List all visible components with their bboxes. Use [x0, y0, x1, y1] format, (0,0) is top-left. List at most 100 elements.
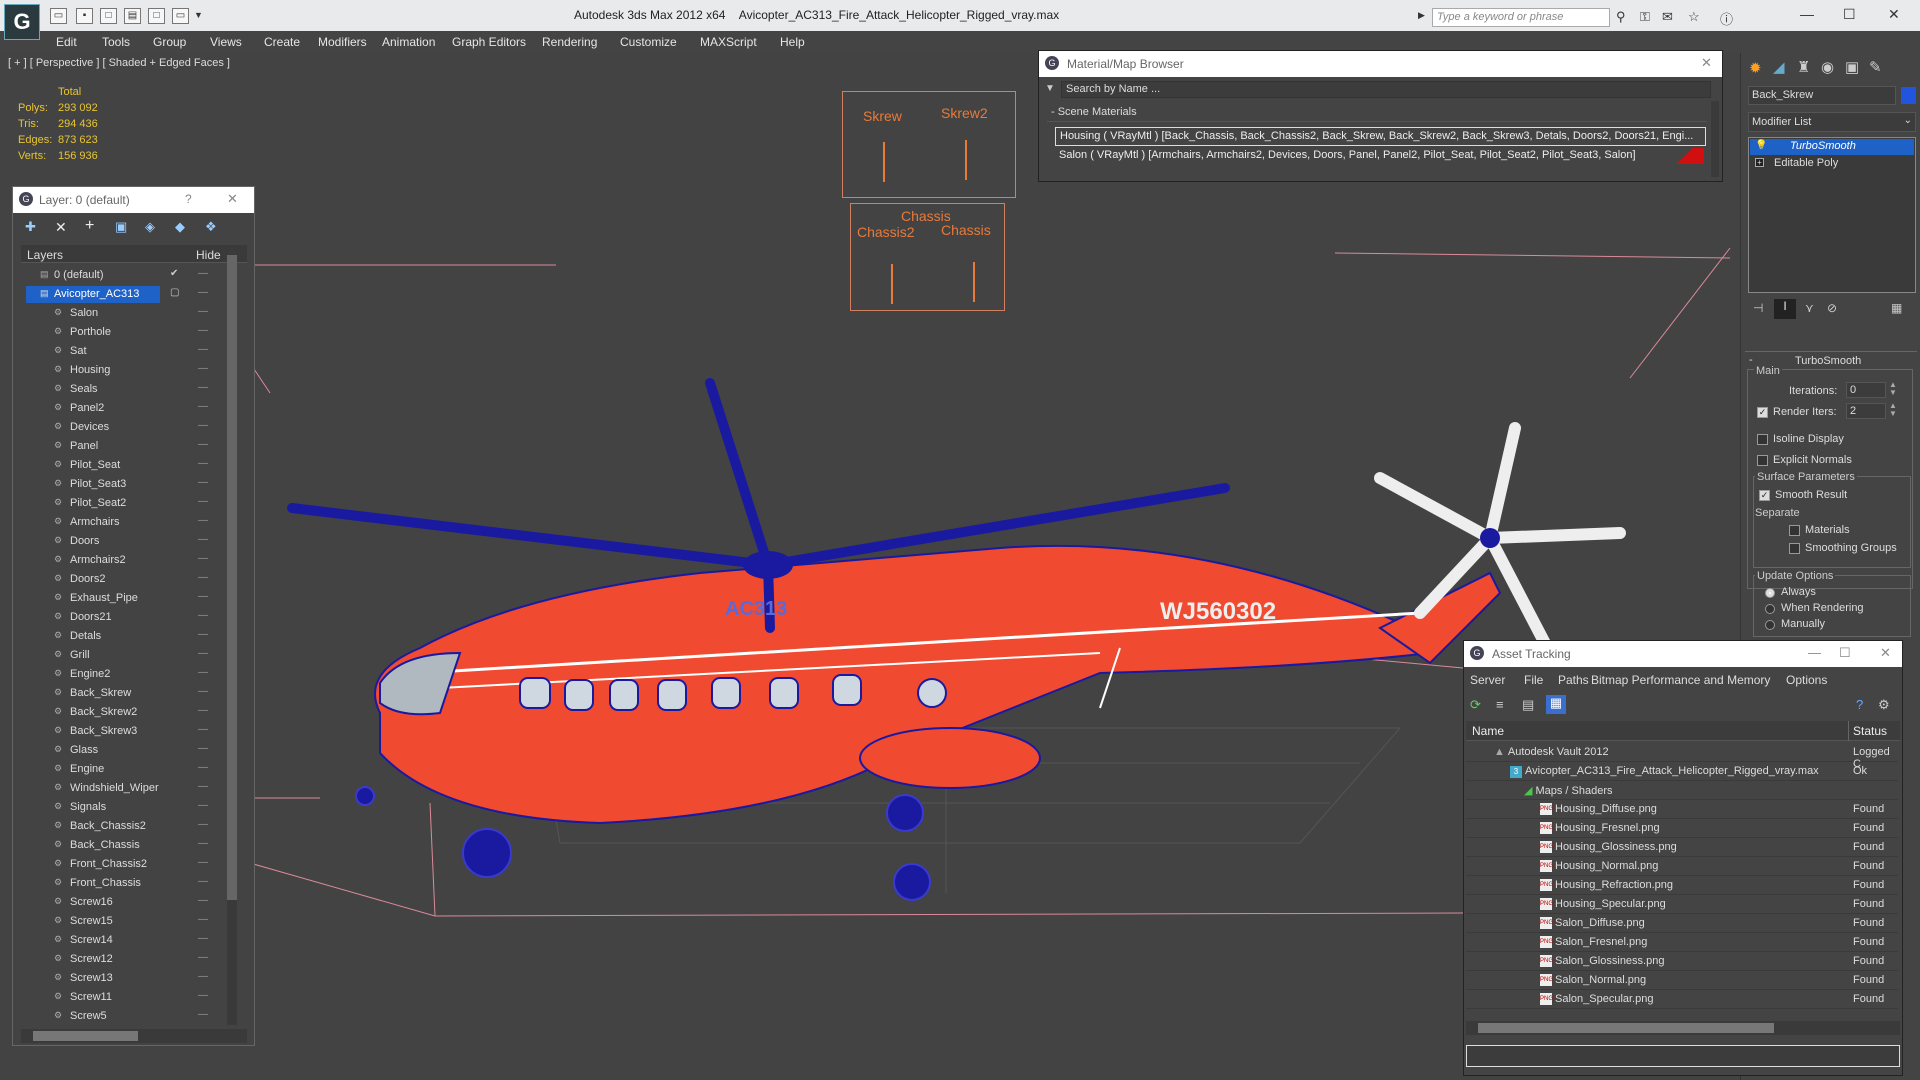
- asset-menu-bitmap-performance[interactable]: Bitmap Performance and Memory: [1591, 673, 1770, 687]
- redo-icon[interactable]: □: [148, 8, 165, 24]
- rig-slider-chassis[interactable]: [973, 262, 975, 302]
- hide-toggle[interactable]: —: [198, 496, 208, 507]
- object-name-field[interactable]: Back_Skrew: [1748, 86, 1896, 105]
- asset-row[interactable]: PNG Salon_Diffuse.png Found: [1466, 914, 1898, 933]
- asset-menu-server[interactable]: Server: [1470, 673, 1505, 687]
- layer-row-default[interactable]: ▤ 0 (default) ✔ —: [20, 266, 240, 285]
- select-objects-icon[interactable]: ▣: [115, 219, 127, 235]
- menu-tools[interactable]: Tools: [102, 35, 130, 49]
- hide-toggle[interactable]: —: [198, 876, 208, 887]
- layer-row-item[interactable]: ⚙ Screw14 —: [20, 931, 240, 950]
- hide-toggle[interactable]: —: [198, 952, 208, 963]
- app-logo-icon[interactable]: G: [4, 4, 40, 40]
- render-iters-spinner[interactable]: 2: [1846, 403, 1886, 419]
- asset-menu-paths[interactable]: Paths: [1558, 673, 1589, 687]
- layer-row-item[interactable]: ⚙ Devices —: [20, 418, 240, 437]
- layer-row-item[interactable]: ⚙ Back_Skrew2 —: [20, 703, 240, 722]
- iterations-spinner[interactable]: 0: [1846, 382, 1886, 398]
- quick-access-dropdown-icon[interactable]: ▼: [194, 10, 203, 20]
- utilities-tab-icon[interactable]: ✎: [1869, 58, 1882, 76]
- hide-toggle[interactable]: —: [198, 458, 208, 469]
- list-view-icon[interactable]: ≡: [1496, 697, 1504, 712]
- menu-graph-editors[interactable]: Graph Editors: [452, 35, 526, 49]
- hide-toggle[interactable]: —: [198, 534, 208, 545]
- layer-row-item[interactable]: ⚙ Screw5 —: [20, 1007, 240, 1026]
- layer-row-item[interactable]: ⚙ Glass —: [20, 741, 240, 760]
- stack-item-editable-poly[interactable]: Editable Poly: [1750, 156, 1914, 172]
- menu-views[interactable]: Views: [210, 35, 242, 49]
- layer-list-hscroll-thumb[interactable]: [33, 1031, 138, 1041]
- hide-toggle[interactable]: —: [198, 477, 208, 488]
- hide-toggle[interactable]: —: [198, 762, 208, 773]
- menu-maxscript[interactable]: MAXScript: [700, 35, 757, 49]
- asset-minimize-icon[interactable]: —: [1808, 645, 1821, 660]
- layer-row-item[interactable]: ⚙ Doors2 —: [20, 570, 240, 589]
- hide-toggle[interactable]: —: [198, 1009, 208, 1020]
- layer-row-item[interactable]: ⚙ Screw16 —: [20, 893, 240, 912]
- material-row-housing[interactable]: Housing ( VRayMtl ) [Back_Chassis, Back_…: [1055, 127, 1706, 146]
- layer-row-item[interactable]: ⚙ Back_Chassis —: [20, 836, 240, 855]
- menu-group[interactable]: Group: [153, 35, 186, 49]
- layer-row-item[interactable]: ⚙ Panel —: [20, 437, 240, 456]
- manually-radio[interactable]: [1765, 617, 1775, 631]
- save-file-icon[interactable]: ▪: [76, 8, 93, 24]
- asset-path-field[interactable]: [1466, 1045, 1900, 1067]
- asset-row[interactable]: PNG Housing_Diffuse.png Found: [1466, 800, 1898, 819]
- layer-row-item[interactable]: ⚙ Armchairs —: [20, 513, 240, 532]
- hide-toggle[interactable]: —: [198, 344, 208, 355]
- display-tab-icon[interactable]: ▣: [1845, 58, 1859, 76]
- hide-toggle[interactable]: —: [198, 325, 208, 336]
- layer-row-item[interactable]: ⚙ Panel2 —: [20, 399, 240, 418]
- modifier-list-dropdown[interactable]: Modifier List ⌄: [1748, 112, 1916, 132]
- search-expand-icon[interactable]: ▶: [1418, 10, 1425, 21]
- mat-browser-scrollbar[interactable]: [1711, 101, 1719, 177]
- rig-slider-chassis2[interactable]: [891, 264, 893, 304]
- configure-sets-icon[interactable]: ▦: [1891, 301, 1902, 315]
- hide-toggle[interactable]: —: [198, 363, 208, 374]
- show-end-result-icon[interactable]: I: [1774, 299, 1796, 319]
- asset-row[interactable]: PNG Salon_Glossiness.png Found: [1466, 952, 1898, 971]
- hide-toggle[interactable]: —: [198, 781, 208, 792]
- open-file-icon[interactable]: ▭: [50, 8, 67, 24]
- mat-search-input[interactable]: Search by Name ...: [1061, 81, 1711, 98]
- asset-row[interactable]: PNG Salon_Normal.png Found: [1466, 971, 1898, 990]
- layer-row-item[interactable]: ⚙ Seals —: [20, 380, 240, 399]
- object-color-swatch[interactable]: [1901, 87, 1916, 104]
- favorites-star-icon[interactable]: ☆: [1688, 9, 1700, 25]
- grid-view-icon[interactable]: ▦: [1546, 695, 1566, 714]
- hide-toggle[interactable]: —: [198, 439, 208, 450]
- active-layer-check-icon[interactable]: ✔: [170, 268, 178, 279]
- explicit-normals-checkbox[interactable]: [1757, 453, 1768, 467]
- asset-row[interactable]: PNG Salon_Fresnel.png Found: [1466, 933, 1898, 952]
- asset-row[interactable]: PNG Housing_Fresnel.png Found: [1466, 819, 1898, 838]
- layer-row-item[interactable]: ⚙ Screw12 —: [20, 950, 240, 969]
- layer-row-item[interactable]: ⚙ Housing —: [20, 361, 240, 380]
- asset-close-icon[interactable]: ✕: [1880, 645, 1891, 661]
- asset-maximize-icon[interactable]: ☐: [1839, 645, 1851, 661]
- hide-toggle[interactable]: —: [198, 838, 208, 849]
- hide-all-icon[interactable]: ◆: [175, 219, 185, 235]
- render-iters-checkbox[interactable]: ✓: [1757, 405, 1768, 419]
- add-to-layer-icon[interactable]: +: [85, 217, 94, 235]
- hide-toggle[interactable]: —: [198, 857, 208, 868]
- binoculars-icon[interactable]: ⚲: [1616, 9, 1626, 25]
- mat-browser-close-icon[interactable]: ✕: [1701, 55, 1712, 71]
- hide-toggle[interactable]: —: [198, 648, 208, 659]
- search-input[interactable]: Type a keyword or phrase: [1432, 8, 1610, 27]
- asset-menu-options[interactable]: Options: [1786, 673, 1827, 687]
- refresh-icon[interactable]: ⟳: [1470, 697, 1481, 713]
- asset-row[interactable]: PNG Salon_Specular.png Found: [1466, 990, 1898, 1009]
- layer-row-item[interactable]: ⚙ Doors —: [20, 532, 240, 551]
- layer-row-item[interactable]: ⚙ Pilot_Seat2 —: [20, 494, 240, 513]
- hide-toggle[interactable]: —: [198, 971, 208, 982]
- layer-row-item[interactable]: ⚙ Engine2 —: [20, 665, 240, 684]
- layer-row-item[interactable]: ⚙ Pilot_Seat —: [20, 456, 240, 475]
- hide-toggle[interactable]: —: [198, 572, 208, 583]
- layer-row-item[interactable]: ⚙ Screw13 —: [20, 969, 240, 988]
- layer-panel-help-icon[interactable]: ?: [185, 192, 192, 206]
- make-unique-icon[interactable]: ⋎: [1805, 301, 1814, 315]
- hide-toggle[interactable]: —: [198, 382, 208, 393]
- material-row-salon[interactable]: Salon ( VRayMtl ) [Armchairs, Armchairs2…: [1055, 147, 1706, 166]
- hide-toggle[interactable]: —: [198, 268, 208, 279]
- col-hide-header[interactable]: Hide: [196, 248, 221, 262]
